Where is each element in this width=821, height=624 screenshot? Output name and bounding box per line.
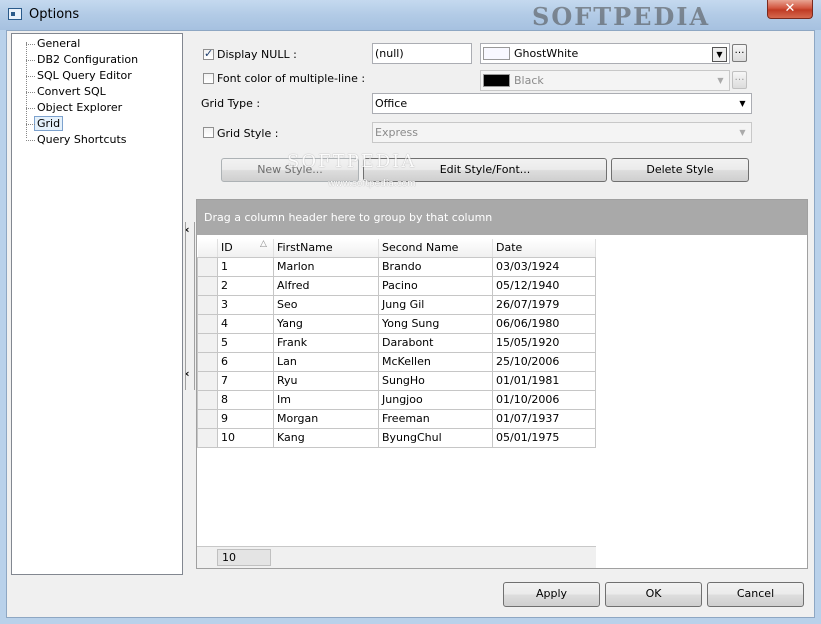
grid-type-label: Grid Type : [201, 97, 261, 110]
dialog-body: General DB2 Configuration SQL Query Edit… [6, 30, 815, 618]
font-color-label: Font color of multiple-line : [217, 72, 366, 85]
table-row[interactable]: 5 Frank Darabont 15/05/1920 [197, 333, 596, 353]
display-null-label: Display NULL : [217, 48, 297, 61]
table-row[interactable]: 9 Morgan Freeman 01/07/1937 [197, 409, 596, 429]
splitter-bar[interactable]: ‹ ‹ [185, 222, 195, 390]
table-row[interactable]: 6 Lan McKellen 25/10/2006 [197, 352, 596, 372]
grid-style-select[interactable]: Express ▼ [372, 122, 752, 143]
ok-button[interactable]: OK [605, 582, 702, 607]
chevron-down-icon[interactable]: ▼ [736, 126, 749, 139]
row-count-summary: 10 [217, 549, 271, 566]
tree-item-query-shortcuts[interactable]: Query Shortcuts [12, 132, 127, 148]
tree-item-convert-sql[interactable]: Convert SQL [12, 84, 106, 100]
tree-item-grid[interactable]: Grid [12, 116, 64, 132]
tree-item-label: Query Shortcuts [37, 133, 127, 146]
null-color-swatch [483, 47, 510, 60]
sort-ascending-icon: △ [260, 239, 267, 249]
apply-button[interactable]: Apply [503, 582, 600, 607]
column-header-second-name[interactable]: Second Name [378, 239, 493, 258]
options-tree: General DB2 Configuration SQL Query Edit… [11, 33, 183, 575]
cancel-button[interactable]: Cancel [707, 582, 804, 607]
table-row[interactable]: 1 Marlon Brando 03/03/1924 [197, 257, 596, 277]
collapse-left-icon[interactable]: ‹ [185, 224, 190, 235]
tree-item-label: DB2 Configuration [37, 53, 139, 66]
chevron-down-icon[interactable]: ▼ [736, 97, 749, 110]
column-header-date[interactable]: Date [492, 239, 596, 258]
null-color-select[interactable]: GhostWhite ▼ [480, 43, 730, 64]
grid-style-checkbox[interactable] [203, 127, 214, 138]
font-color-select[interactable]: Black ▼ [480, 70, 730, 91]
watermark-logo: SOFTPEDIA [532, 2, 711, 31]
table-row[interactable]: 7 Ryu SungHo 01/01/1981 [197, 371, 596, 391]
grid-header-row: ID △ FirstName Second Name Date [197, 239, 596, 258]
font-color-checkbox[interactable] [203, 73, 214, 84]
grid-preview: ‹ ‹ Drag a column header here to group b… [185, 199, 808, 569]
null-color-name: GhostWhite [514, 47, 579, 60]
title-bar: Options SOFTPEDIA ✕ [0, 0, 821, 31]
group-by-panel[interactable]: Drag a column header here to group by th… [197, 200, 807, 235]
grid-type-select[interactable]: Office ▼ [372, 93, 752, 114]
chevron-down-icon[interactable]: ▼ [712, 47, 727, 62]
null-color-more-button[interactable]: … [732, 44, 747, 62]
table-row[interactable]: 10 Kang ByungChul 05/01/1975 [197, 428, 596, 448]
watermark-url: www.softpedia.com [328, 179, 416, 189]
grid-footer: 10 [197, 546, 596, 568]
grid-settings-panel: Display NULL : (null) GhostWhite ▼ … Fon… [185, 31, 815, 579]
grid-style-label: Grid Style : [217, 127, 279, 140]
display-null-value-input[interactable]: (null) [372, 43, 472, 64]
table-row[interactable]: 2 Alfred Pacino 05/12/1940 [197, 276, 596, 296]
app-icon [8, 8, 22, 20]
watermark-text: SOFTPEDIA [287, 151, 417, 172]
column-header-id[interactable]: ID △ [217, 239, 274, 258]
row-indicator-header [197, 239, 218, 258]
tree-item-general[interactable]: General [12, 36, 80, 52]
collapse-left-icon[interactable]: ‹ [185, 368, 190, 379]
tree-item-label: Grid [34, 116, 64, 131]
table-row[interactable]: 3 Seo Jung Gil 26/07/1979 [197, 295, 596, 315]
tree-item-db2-configuration[interactable]: DB2 Configuration [12, 52, 138, 68]
table-row[interactable]: 8 Im Jungjoo 01/10/2006 [197, 390, 596, 410]
tree-item-sql-query-editor[interactable]: SQL Query Editor [12, 68, 132, 84]
tree-item-object-explorer[interactable]: Object Explorer [12, 100, 122, 116]
font-color-swatch [483, 74, 510, 87]
grid-style-value: Express [375, 126, 418, 139]
tree-item-label: General [37, 37, 81, 50]
display-null-checkbox[interactable] [203, 47, 214, 60]
data-grid: ID △ FirstName Second Name Date 1 Marlon B… [197, 239, 596, 448]
column-header-firstname[interactable]: FirstName [273, 239, 379, 258]
chevron-down-icon[interactable]: ▼ [714, 74, 727, 87]
tree-item-label: Convert SQL [37, 85, 106, 98]
tree-item-label: SQL Query Editor [37, 69, 132, 82]
table-row[interactable]: 4 Yang Yong Sung 06/06/1980 [197, 314, 596, 334]
font-color-more-button[interactable]: … [732, 71, 747, 89]
delete-style-button[interactable]: Delete Style [611, 158, 749, 182]
font-color-name: Black [514, 74, 544, 87]
grid-type-value: Office [375, 97, 408, 110]
tree-item-label: Object Explorer [37, 101, 123, 114]
window-title: Options [29, 7, 80, 22]
close-button[interactable]: ✕ [767, 0, 813, 19]
